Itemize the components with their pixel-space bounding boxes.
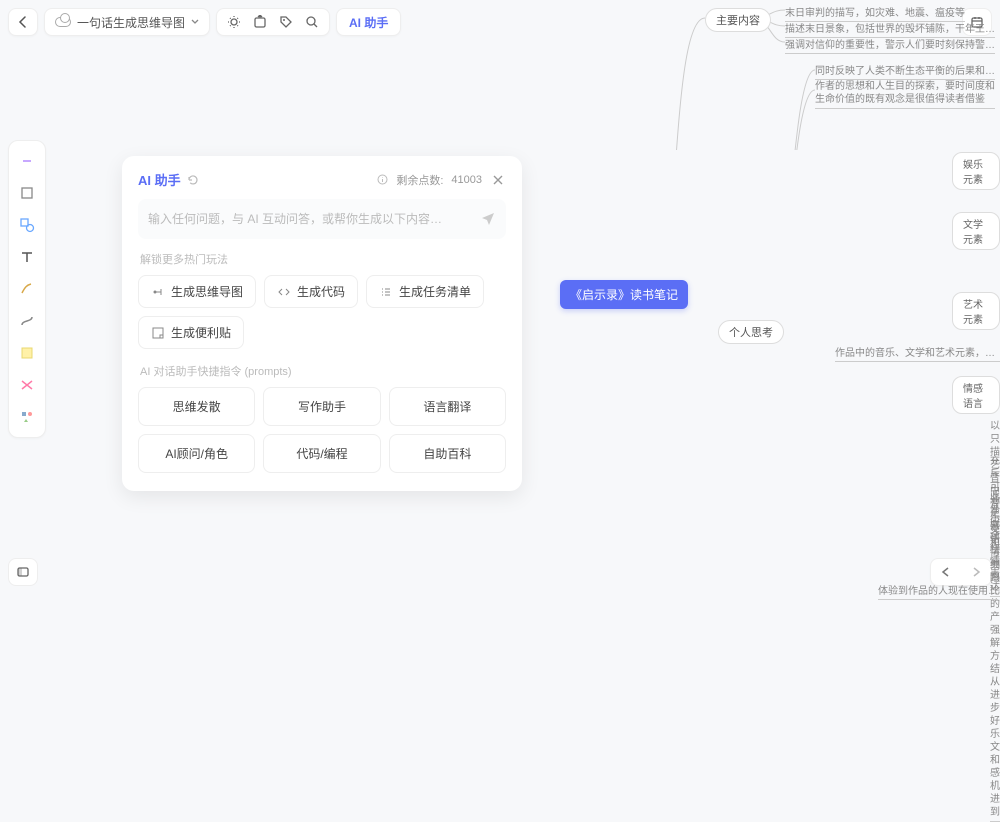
info-icon: [377, 174, 388, 185]
mindmap-leaf[interactable]: 作者的思想和人生目的探索，要时间度和生命价值的既有观念是很值得读者借鉴: [815, 80, 995, 109]
mindmap-branch-thoughts[interactable]: 个人思考: [718, 320, 784, 344]
mindmap-group[interactable]: 情感语言: [952, 376, 1000, 414]
toolbar-actions: [216, 8, 330, 36]
refresh-icon[interactable]: [187, 174, 199, 186]
list-icon: [379, 285, 393, 299]
search-button[interactable]: [299, 15, 325, 29]
cloud-icon: [55, 17, 71, 27]
top-toolbar: 一句话生成思维导图 AI 助手: [8, 8, 401, 36]
mindmap-group[interactable]: 文学元素: [952, 212, 1000, 250]
tool-draw[interactable]: [13, 275, 41, 303]
tool-sticky[interactable]: [13, 339, 41, 367]
mindmap-leaf[interactable]: 体验到作品的人现在使用某些方式来表现的有: [878, 582, 998, 600]
prompt-card[interactable]: 自助百科: [389, 434, 506, 473]
mindmap-leaf[interactable]: 感悟，可以细股跟读比重的人产生强烈解决方案结，从而进一步应好读乐、文学和的感机，…: [990, 520, 1000, 822]
tool-select[interactable]: [13, 147, 41, 175]
chip-row: 生成思维导图 生成代码 生成任务清单 生成便利贴: [138, 275, 506, 349]
tool-frame[interactable]: [13, 179, 41, 207]
tool-connector[interactable]: [13, 307, 41, 335]
mindmap-group[interactable]: 艺术元素: [952, 292, 1000, 330]
mindmap-leaf[interactable]: 作品中的音乐、文学和艺术元素，给人带来视觉的情感感受: [835, 344, 1000, 362]
ai-input[interactable]: [148, 212, 480, 226]
export-button[interactable]: [247, 15, 273, 29]
tool-mindmap[interactable]: [13, 371, 41, 399]
tool-text[interactable]: [13, 243, 41, 271]
close-icon[interactable]: [490, 172, 506, 188]
document-title: 一句话生成思维导图: [77, 14, 185, 31]
mindmap-group[interactable]: 娱乐元素: [952, 152, 1000, 190]
prompt-grid: 思维发散 写作助手 语言翻译 AI顾问/角色 代码/编程 自助百科: [138, 387, 506, 473]
sticky-icon: [151, 326, 165, 340]
ai-input-row: [138, 199, 506, 239]
mindmap-root[interactable]: 《启示录》读书笔记: [560, 280, 688, 309]
points-label: 剩余点数:: [396, 172, 443, 188]
code-icon: [277, 285, 291, 299]
chip-sticky[interactable]: 生成便利贴: [138, 316, 244, 349]
prompt-card[interactable]: 思维发散: [138, 387, 255, 426]
prompt-card[interactable]: 代码/编程: [263, 434, 380, 473]
mindmap-canvas[interactable]: 《启示录》读书笔记 主要内容 末日审判的描写，如灾难、地震、瘟疫等 描述末日景象…: [560, 0, 1000, 594]
prompt-card[interactable]: 语言翻译: [389, 387, 506, 426]
mindmap-icon: [151, 285, 165, 299]
ai-assistant-button[interactable]: AI 助手: [336, 8, 401, 36]
chip-tasks[interactable]: 生成任务清单: [366, 275, 484, 308]
tag-button[interactable]: [273, 15, 299, 29]
left-sidebar: [8, 140, 46, 438]
mindmap-leaf[interactable]: 同时反映了人类不断生态平衡的后果和信仰的重要性: [815, 62, 995, 80]
prompt-card[interactable]: AI顾问/角色: [138, 434, 255, 473]
mindmap-leaf[interactable]: 强调对信仰的重要性，警示人们要时刻保持警的心态: [785, 36, 995, 54]
section-hot-label: 解锁更多热门玩法: [140, 251, 506, 267]
tool-components[interactable]: [13, 403, 41, 431]
ai-assistant-panel: AI 助手 剩余点数: 41003 解锁更多热门玩法 生成思维导图 生成代码: [122, 156, 522, 491]
back-button[interactable]: [8, 8, 38, 36]
chip-mindmap[interactable]: 生成思维导图: [138, 275, 256, 308]
panel-toggle-button[interactable]: [8, 558, 38, 586]
ai-panel-title: AI 助手: [138, 170, 181, 189]
document-title-dropdown[interactable]: 一句话生成思维导图: [44, 8, 210, 36]
settings-button[interactable]: [221, 15, 247, 29]
mindmap-branch-main[interactable]: 主要内容: [705, 8, 771, 32]
tool-shape[interactable]: [13, 211, 41, 239]
chip-code[interactable]: 生成代码: [264, 275, 358, 308]
section-prompts-label: AI 对话助手快捷指令 (prompts): [140, 363, 506, 379]
prompt-card[interactable]: 写作助手: [263, 387, 380, 426]
points-value: 41003: [451, 174, 482, 186]
chevron-down-icon: [191, 18, 199, 26]
send-icon[interactable]: [480, 210, 496, 229]
